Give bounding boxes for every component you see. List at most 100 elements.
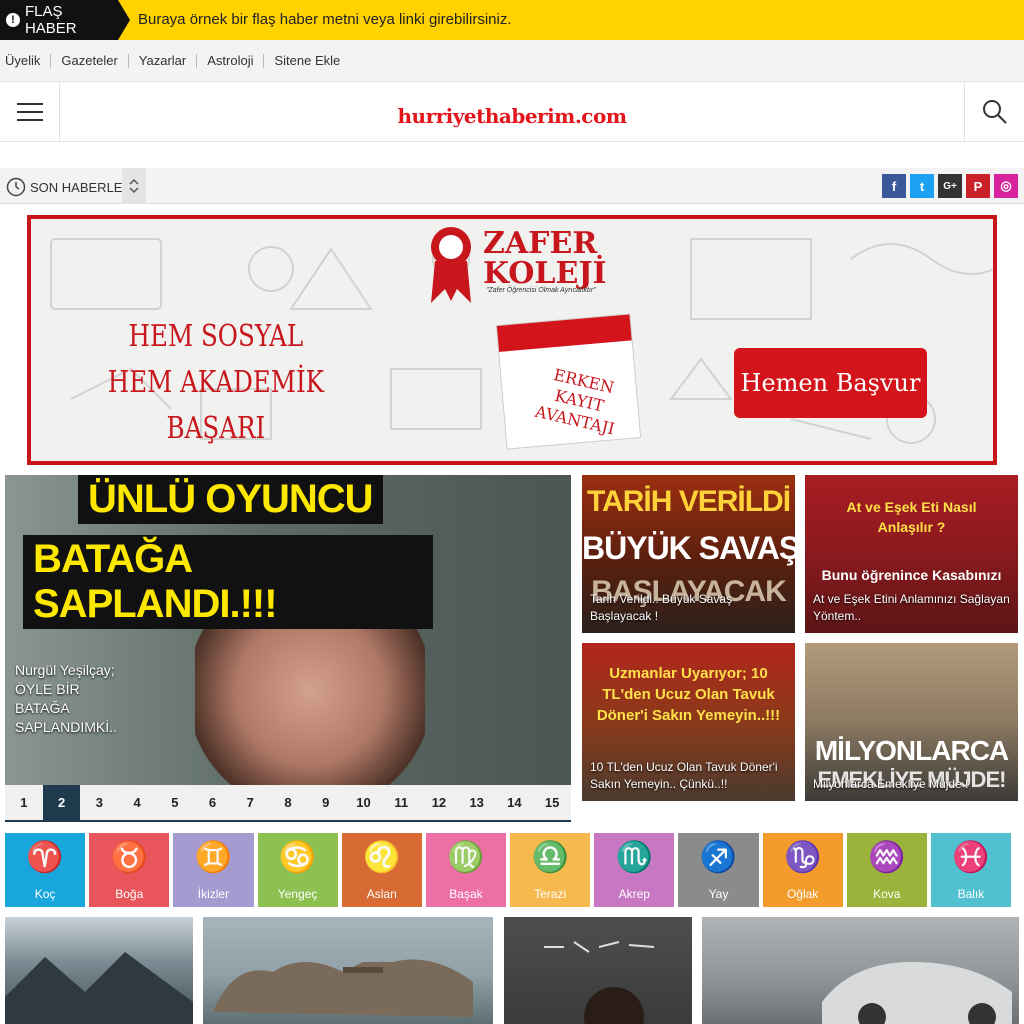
ticker-arrows-button[interactable] <box>122 168 146 204</box>
island-photo <box>213 959 473 1017</box>
zodiac-capricorn[interactable]: ♑ Oğlak <box>762 833 843 907</box>
latest-news-ticker: SON HABERLER f t G+ P ◎ <box>0 168 1024 204</box>
pinterest-icon[interactable]: P <box>966 174 990 198</box>
slider-headline-line1: ÜNLÜ OYUNCU <box>78 475 383 524</box>
card-image-text: Uzmanlar Uyarıyor; 10 TL'den Ucuz Olan T… <box>596 665 781 724</box>
news-thumbnail-mountains[interactable] <box>5 917 193 1024</box>
card-image-text: MİLYONLARCA <box>814 735 1009 766</box>
headline-slider[interactable]: ÜNLÜ OYUNCU BATAĞA SAPLANDI.!!! Nurgül Y… <box>5 475 571 785</box>
page-button-12[interactable]: 12 <box>420 785 458 820</box>
google-plus-icon[interactable]: G+ <box>938 174 962 198</box>
school-banner-ad[interactable]: HEM SOSYAL HEM AKADEMİK BAŞARI ZAFER KOL… <box>27 215 997 465</box>
page-button-11[interactable]: 11 <box>382 785 420 820</box>
pisces-icon: ♓ <box>952 841 990 874</box>
card-image-text: BÜYÜK SAVAŞ <box>582 530 795 566</box>
page-button-15[interactable]: 15 <box>533 785 571 820</box>
card-caption: 10 TL'den Ucuz Olan Tavuk Döner'i Sakın … <box>590 760 778 791</box>
aries-icon: ♈ <box>26 841 64 874</box>
zodiac-label: Terazi <box>534 887 567 901</box>
news-card-doner[interactable]: Uzmanlar Uyarıyor; 10 TL'den Ucuz Olan T… <box>582 643 795 801</box>
clock-icon <box>6 177 26 197</box>
school-motto: "Zafer Öğrencisi Olmak Ayrıcalıktır" <box>486 287 596 294</box>
zodiac-label: Yay <box>708 887 729 901</box>
link-newspapers[interactable]: Gazeteler <box>50 53 127 68</box>
slider-caption[interactable]: Nurgül Yeşilçay; ÖYLE BİR BATAĞA SAPLAND… <box>15 661 125 737</box>
card-image-text: Bunu öğrenince Kasabınızı <box>821 567 1002 583</box>
page-button-8[interactable]: 8 <box>269 785 307 820</box>
leo-icon: ♌ <box>363 841 401 874</box>
up-down-arrow-icon <box>129 178 139 194</box>
banner-slogan: HEM SOSYAL HEM AKADEMİK BAŞARI <box>97 314 335 452</box>
twitter-icon[interactable]: t <box>910 174 934 198</box>
site-logo[interactable]: hurriyethaberim.com <box>360 104 664 128</box>
instagram-icon[interactable]: ◎ <box>994 174 1018 198</box>
gemini-icon: ♊ <box>194 841 233 874</box>
page-button-13[interactable]: 13 <box>458 785 496 820</box>
slider-pagination: 1 2 3 4 5 6 7 8 9 10 11 12 13 14 15 <box>5 785 571 822</box>
zodiac-label: Boğa <box>115 887 144 901</box>
calendar-text: ERKEN KAYIT AVANTAJI <box>516 359 642 443</box>
flash-news-link[interactable]: Buraya örnek bir flaş haber metni veya l… <box>138 11 512 28</box>
flash-news-bar: ! FLAŞ HABER Buraya örnek bir flaş haber… <box>0 0 1024 40</box>
news-card-meat[interactable]: At ve Eşek Eti Nasıl Anlaşılır ? Bunu öğ… <box>805 475 1018 633</box>
zodiac-taurus[interactable]: ♉ Boğa <box>89 833 170 907</box>
horoscope-strip: ♈ Koç ♉ Boğa ♊ İkizler ♋ Yengeç ♌ Aslan ♍ Başa… <box>5 833 1012 907</box>
zodiac-scorpio[interactable]: ♏ Akrep <box>594 833 675 907</box>
zodiac-label: Akrep <box>618 887 650 901</box>
zodiac-aries[interactable]: ♈ Koç <box>5 833 86 907</box>
link-membership[interactable]: Üyelik <box>5 53 50 68</box>
news-thumbnail-island[interactable] <box>203 917 493 1024</box>
zodiac-cancer[interactable]: ♋ Yengeç <box>257 833 338 907</box>
search-icon <box>982 100 1007 124</box>
facebook-icon[interactable]: f <box>882 174 906 198</box>
card-caption: At ve Eşek Etini Anlamınızı Sağlayan Yön… <box>813 592 1010 623</box>
page-button-7[interactable]: 7 <box>231 785 269 820</box>
virgo-icon: ♍ <box>447 841 485 874</box>
alert-icon: ! <box>6 13 20 27</box>
link-astrology[interactable]: Astroloji <box>196 53 263 68</box>
capricorn-icon: ♑ <box>783 841 822 874</box>
zodiac-leo[interactable]: ♌ Aslan <box>341 833 422 907</box>
page-button-9[interactable]: 9 <box>307 785 345 820</box>
zodiac-label: Yengeç <box>277 887 318 901</box>
page-button-10[interactable]: 10 <box>345 785 383 820</box>
news-thumbnail-car[interactable] <box>702 917 1019 1024</box>
news-thumbnail-blackboard[interactable] <box>504 917 692 1024</box>
zodiac-libra[interactable]: ♎ Terazi <box>510 833 591 907</box>
blackboard-photo <box>544 941 655 1024</box>
page-button-1[interactable]: 1 <box>5 785 43 820</box>
libra-icon: ♎ <box>531 841 569 874</box>
page-button-3[interactable]: 3 <box>80 785 118 820</box>
page-button-6[interactable]: 6 <box>194 785 232 820</box>
page-button-5[interactable]: 5 <box>156 785 194 820</box>
apply-now-button[interactable]: Hemen Başvur <box>734 348 927 418</box>
menu-line <box>16 103 43 105</box>
news-card-retirees[interactable]: MİLYONLARCA EMEKLİYE MÜJDE! Milyonlarca … <box>805 643 1018 801</box>
hamburger-menu-button[interactable] <box>0 82 60 142</box>
page-button-4[interactable]: 4 <box>118 785 156 820</box>
flash-news-tag: ! FLAŞ HABER <box>0 0 130 40</box>
cancer-icon: ♋ <box>278 841 317 874</box>
zodiac-aquarius[interactable]: ♒ Kova <box>846 833 927 907</box>
zodiac-pisces[interactable]: ♓ Balık <box>930 833 1012 907</box>
school-badge-icon <box>431 227 471 303</box>
site-header: hurriyethaberim.com <box>0 82 1024 142</box>
link-add-to-site[interactable]: Sitene Ekle <box>263 53 350 68</box>
slider-headline: ÜNLÜ OYUNCU BATAĞA SAPLANDI.!!! <box>23 475 433 629</box>
banner-slogan-line1: HEM SOSYAL <box>128 319 304 354</box>
link-authors[interactable]: Yazarlar <box>127 53 196 68</box>
card-image-text: At ve Eşek Eti Nasıl Anlaşılır ? <box>846 499 977 535</box>
page-button-2-active[interactable]: 2 <box>42 785 81 820</box>
zodiac-label: Aslan <box>366 887 397 901</box>
zodiac-virgo[interactable]: ♍ Başak <box>425 833 507 907</box>
news-card-war[interactable]: TARİH VERİLDİ BÜYÜK SAVAŞ BAŞLAYACAK Tar… <box>582 475 795 633</box>
taurus-icon: ♉ <box>110 841 148 874</box>
zodiac-label: Oğlak <box>786 887 819 901</box>
search-button[interactable] <box>964 82 1024 142</box>
sagittarius-icon: ♐ <box>699 841 738 874</box>
zodiac-sagittarius[interactable]: ♐ Yay <box>678 833 759 907</box>
page-button-14[interactable]: 14 <box>496 785 534 820</box>
school-name: ZAFER KOLEJİ <box>483 226 607 291</box>
zodiac-label: İkizler <box>197 887 230 901</box>
zodiac-gemini[interactable]: ♊ İkizler <box>173 833 254 907</box>
